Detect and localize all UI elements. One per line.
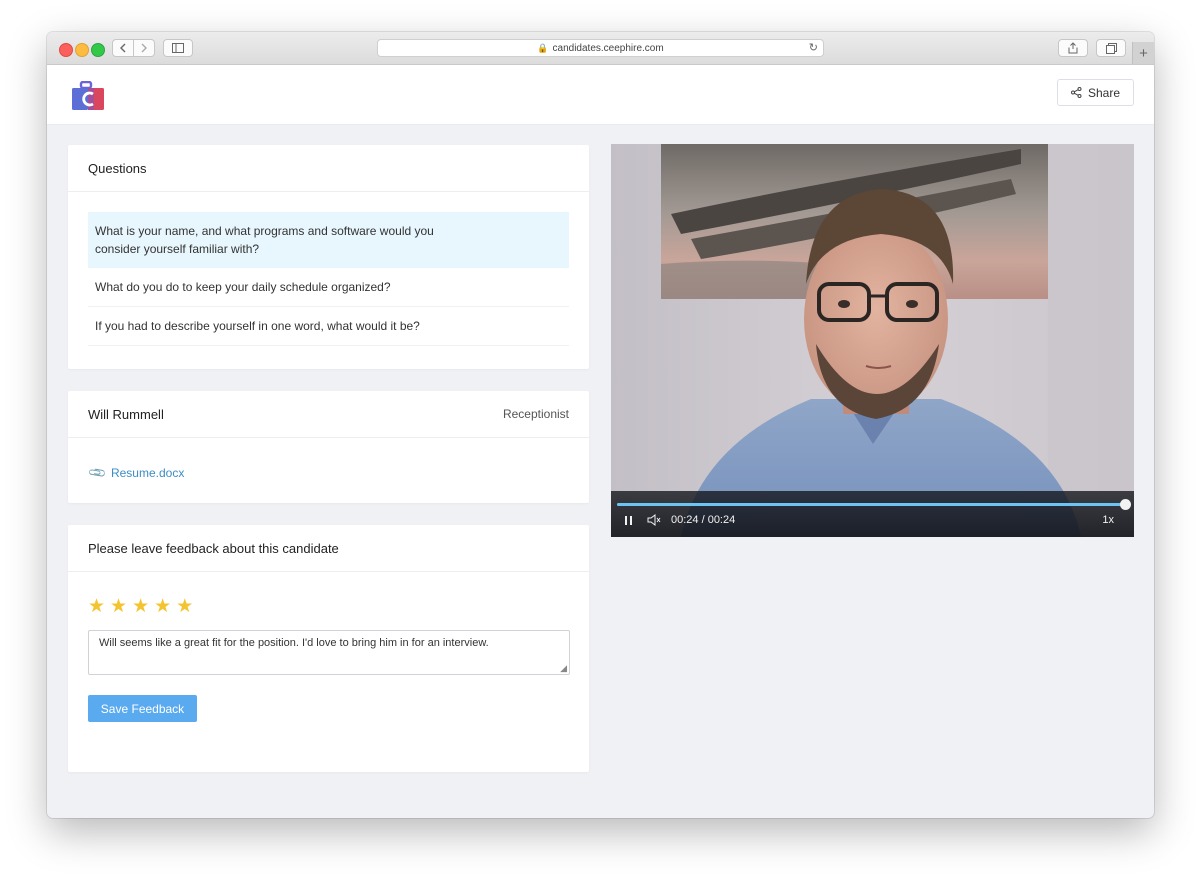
app-header: Share [47,65,1154,125]
share-icon [1070,87,1082,98]
question-item-3[interactable]: If you had to describe yourself in one w… [88,307,569,346]
feedback-comment: Will seems like a great fit for the posi… [99,637,489,649]
zoom-window-button[interactable] [91,43,105,57]
share-box-icon [1068,42,1078,54]
forward-button[interactable] [133,39,155,57]
candidate-role: Receptionist [502,407,569,421]
resume-attachment: 📎 Resume.docx [68,438,589,508]
chevron-left-icon [119,43,126,53]
browser-titlebar: 🔒 candidates.ceephire.com ↻ + [47,32,1154,65]
star-icon[interactable]: ★ [132,597,149,616]
minimize-window-button[interactable] [75,43,89,57]
lock-icon: 🔒 [537,42,549,53]
sidebar-icon [172,43,184,53]
video-player[interactable]: 00:24 / 00:24 1x [611,144,1134,537]
question-item-2[interactable]: What do you do to keep your daily schedu… [88,268,569,307]
video-progress-bar[interactable] [617,499,1131,510]
pause-icon[interactable] [625,515,635,525]
star-rating: ★ ★ ★ ★ ★ [68,572,589,616]
new-tab-button[interactable]: + [1132,42,1154,64]
save-feedback-button[interactable]: Save Feedback [88,695,197,722]
candidate-video-frame [611,144,1134,537]
candidate-name: Will Rummell [88,406,164,422]
star-icon[interactable]: ★ [88,597,105,616]
share-browser-button[interactable] [1058,39,1088,57]
resume-link[interactable]: Resume.docx [111,466,184,480]
question-text: What is your name, and what programs and… [95,224,434,256]
candidate-card: Will Rummell Receptionist 📎 Resume.docx [68,391,589,503]
paperclip-icon: 📎 [87,462,108,484]
feedback-card-header: Please leave feedback about this candida… [68,525,589,572]
video-controls-row: 00:24 / 00:24 1x [625,513,1114,527]
volume-icon[interactable] [647,514,661,526]
chevron-right-icon [141,43,147,53]
video-controls: 00:24 / 00:24 1x [611,491,1134,537]
star-icon[interactable]: ★ [110,597,127,616]
address-bar[interactable]: 🔒 candidates.ceephire.com ↻ [377,39,824,57]
question-text: If you had to describe yourself in one w… [95,319,420,333]
url-text: candidates.ceephire.com [552,42,664,54]
feedback-title: Please leave feedback about this candida… [88,540,339,556]
video-progress-fill [617,503,1126,506]
sidebar-toggle-button[interactable] [163,39,193,57]
questions-card: Questions What is your name, and what pr… [68,145,589,369]
questions-card-header: Questions [68,145,589,192]
question-text: What do you do to keep your daily schedu… [95,280,391,294]
resize-grip-icon[interactable]: ◢ [560,663,567,674]
star-icon[interactable]: ★ [176,597,193,616]
tabs-icon [1105,42,1117,54]
video-time: 00:24 / 00:24 [671,514,736,526]
tabs-overview-button[interactable] [1096,39,1126,57]
share-button[interactable]: Share [1057,79,1134,106]
browser-window: 🔒 candidates.ceephire.com ↻ + Share Ques… [47,32,1154,818]
save-feedback-label: Save Feedback [100,701,185,716]
back-button[interactable] [112,39,134,57]
star-icon[interactable]: ★ [154,597,171,616]
close-window-button[interactable] [59,43,73,57]
questions-title: Questions [88,160,147,176]
question-list: What is your name, and what programs and… [68,192,589,346]
share-button-label: Share [1087,85,1121,100]
feedback-textarea[interactable]: Will seems like a great fit for the posi… [88,630,570,675]
reload-icon[interactable]: ↻ [809,41,818,54]
video-progress-handle[interactable] [1120,499,1131,510]
question-item-1[interactable]: What is your name, and what programs and… [88,212,569,268]
candidate-card-header: Will Rummell Receptionist [68,391,589,438]
feedback-card: Please leave feedback about this candida… [68,525,589,772]
ceephire-logo-icon [72,81,104,110]
playback-speed[interactable]: 1x [1102,514,1114,526]
history-nav [112,39,155,57]
